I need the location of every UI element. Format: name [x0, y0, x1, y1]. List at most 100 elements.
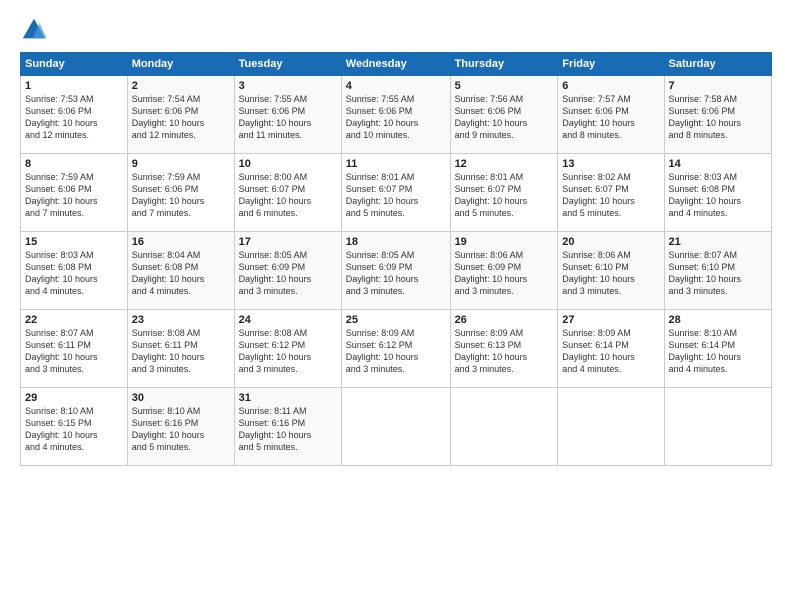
day-number: 25	[346, 314, 446, 326]
day-info: Sunrise: 7:58 AM Sunset: 6:06 PM Dayligh…	[669, 93, 767, 142]
calendar-cell: 31Sunrise: 8:11 AM Sunset: 6:16 PM Dayli…	[234, 388, 341, 466]
day-info: Sunrise: 8:10 AM Sunset: 6:15 PM Dayligh…	[25, 405, 123, 454]
day-info: Sunrise: 8:07 AM Sunset: 6:11 PM Dayligh…	[25, 327, 123, 376]
day-number: 8	[25, 158, 123, 170]
day-number: 1	[25, 80, 123, 92]
calendar-cell: 12Sunrise: 8:01 AM Sunset: 6:07 PM Dayli…	[450, 154, 558, 232]
logo	[20, 16, 52, 44]
weekday-header-friday: Friday	[558, 53, 664, 76]
day-number: 4	[346, 80, 446, 92]
page: SundayMondayTuesdayWednesdayThursdayFrid…	[0, 0, 792, 612]
day-info: Sunrise: 7:53 AM Sunset: 6:06 PM Dayligh…	[25, 93, 123, 142]
day-info: Sunrise: 7:59 AM Sunset: 6:06 PM Dayligh…	[132, 171, 230, 220]
calendar-cell	[341, 388, 450, 466]
day-number: 12	[455, 158, 554, 170]
day-info: Sunrise: 8:02 AM Sunset: 6:07 PM Dayligh…	[562, 171, 659, 220]
day-number: 30	[132, 392, 230, 404]
day-info: Sunrise: 8:09 AM Sunset: 6:12 PM Dayligh…	[346, 327, 446, 376]
calendar-cell: 24Sunrise: 8:08 AM Sunset: 6:12 PM Dayli…	[234, 310, 341, 388]
weekday-header-monday: Monday	[127, 53, 234, 76]
calendar-cell: 6Sunrise: 7:57 AM Sunset: 6:06 PM Daylig…	[558, 76, 664, 154]
day-info: Sunrise: 8:00 AM Sunset: 6:07 PM Dayligh…	[239, 171, 337, 220]
calendar-cell: 8Sunrise: 7:59 AM Sunset: 6:06 PM Daylig…	[21, 154, 128, 232]
calendar-cell	[558, 388, 664, 466]
calendar-table: SundayMondayTuesdayWednesdayThursdayFrid…	[20, 52, 772, 466]
calendar-cell: 16Sunrise: 8:04 AM Sunset: 6:08 PM Dayli…	[127, 232, 234, 310]
day-number: 3	[239, 80, 337, 92]
day-number: 31	[239, 392, 337, 404]
calendar-week-5: 29Sunrise: 8:10 AM Sunset: 6:15 PM Dayli…	[21, 388, 772, 466]
day-number: 14	[669, 158, 767, 170]
calendar-cell: 15Sunrise: 8:03 AM Sunset: 6:08 PM Dayli…	[21, 232, 128, 310]
day-info: Sunrise: 8:08 AM Sunset: 6:11 PM Dayligh…	[132, 327, 230, 376]
day-info: Sunrise: 8:05 AM Sunset: 6:09 PM Dayligh…	[346, 249, 446, 298]
day-info: Sunrise: 7:54 AM Sunset: 6:06 PM Dayligh…	[132, 93, 230, 142]
calendar-cell: 29Sunrise: 8:10 AM Sunset: 6:15 PM Dayli…	[21, 388, 128, 466]
calendar-week-2: 8 Sunrise: 7:59 AM Sunset: 6:06 PM Daylig…	[21, 154, 772, 232]
day-info: Sunrise: 8:06 AM Sunset: 6:10 PM Dayligh…	[562, 249, 659, 298]
calendar-cell: 28Sunrise: 8:10 AM Sunset: 6:14 PM Dayli…	[664, 310, 771, 388]
day-number: 5	[455, 80, 554, 92]
calendar-cell: 4Sunrise: 7:55 AM Sunset: 6:06 PM Daylig…	[341, 76, 450, 154]
day-info: Sunrise: 8:10 AM Sunset: 6:14 PM Dayligh…	[669, 327, 767, 376]
day-info: Sunrise: 8:06 AM Sunset: 6:09 PM Dayligh…	[455, 249, 554, 298]
day-info: Sunrise: 8:03 AM Sunset: 6:08 PM Dayligh…	[669, 171, 767, 220]
day-number: 29	[25, 392, 123, 404]
day-info: Sunrise: 8:09 AM Sunset: 6:13 PM Dayligh…	[455, 327, 554, 376]
day-number: 13	[562, 158, 659, 170]
calendar-cell: 13Sunrise: 8:02 AM Sunset: 6:07 PM Dayli…	[558, 154, 664, 232]
day-number: 11	[346, 158, 446, 170]
day-number: 19	[455, 236, 554, 248]
calendar-cell: 17Sunrise: 8:05 AM Sunset: 6:09 PM Dayli…	[234, 232, 341, 310]
day-number: 22	[25, 314, 123, 326]
day-info: Sunrise: 8:01 AM Sunset: 6:07 PM Dayligh…	[455, 171, 554, 220]
weekday-header-saturday: Saturday	[664, 53, 771, 76]
day-number: 18	[346, 236, 446, 248]
day-info: Sunrise: 8:05 AM Sunset: 6:09 PM Dayligh…	[239, 249, 337, 298]
calendar-cell: 7Sunrise: 7:58 AM Sunset: 6:06 PM Daylig…	[664, 76, 771, 154]
day-info: Sunrise: 8:07 AM Sunset: 6:10 PM Dayligh…	[669, 249, 767, 298]
calendar-week-1: 1Sunrise: 7:53 AM Sunset: 6:06 PM Daylig…	[21, 76, 772, 154]
calendar-cell	[450, 388, 558, 466]
calendar-body: 1Sunrise: 7:53 AM Sunset: 6:06 PM Daylig…	[21, 76, 772, 466]
day-info: Sunrise: 8:01 AM Sunset: 6:07 PM Dayligh…	[346, 171, 446, 220]
day-info: Sunrise: 8:11 AM Sunset: 6:16 PM Dayligh…	[239, 405, 337, 454]
day-number: 16	[132, 236, 230, 248]
day-number: 7	[669, 80, 767, 92]
day-number: 21	[669, 236, 767, 248]
day-number: 27	[562, 314, 659, 326]
day-info: Sunrise: 8:04 AM Sunset: 6:08 PM Dayligh…	[132, 249, 230, 298]
day-info: Sunrise: 8:09 AM Sunset: 6:14 PM Dayligh…	[562, 327, 659, 376]
header	[20, 16, 772, 44]
calendar-cell: 21Sunrise: 8:07 AM Sunset: 6:10 PM Dayli…	[664, 232, 771, 310]
day-number: 24	[239, 314, 337, 326]
day-info: Sunrise: 8:08 AM Sunset: 6:12 PM Dayligh…	[239, 327, 337, 376]
day-info: Sunrise: 7:57 AM Sunset: 6:06 PM Dayligh…	[562, 93, 659, 142]
day-number: 15	[25, 236, 123, 248]
calendar-cell: 14Sunrise: 8:03 AM Sunset: 6:08 PM Dayli…	[664, 154, 771, 232]
calendar-cell: 22Sunrise: 8:07 AM Sunset: 6:11 PM Dayli…	[21, 310, 128, 388]
day-number: 2	[132, 80, 230, 92]
day-info: Sunrise: 7:55 AM Sunset: 6:06 PM Dayligh…	[346, 93, 446, 142]
calendar-cell: 26Sunrise: 8:09 AM Sunset: 6:13 PM Dayli…	[450, 310, 558, 388]
day-info: Sunrise: 8:03 AM Sunset: 6:08 PM Dayligh…	[25, 249, 123, 298]
calendar-cell: 19Sunrise: 8:06 AM Sunset: 6:09 PM Dayli…	[450, 232, 558, 310]
calendar-cell: 23Sunrise: 8:08 AM Sunset: 6:11 PM Dayli…	[127, 310, 234, 388]
weekday-header-wednesday: Wednesday	[341, 53, 450, 76]
calendar-cell: 11Sunrise: 8:01 AM Sunset: 6:07 PM Dayli…	[341, 154, 450, 232]
calendar-cell: 18Sunrise: 8:05 AM Sunset: 6:09 PM Dayli…	[341, 232, 450, 310]
calendar-week-4: 22Sunrise: 8:07 AM Sunset: 6:11 PM Dayli…	[21, 310, 772, 388]
weekday-header-tuesday: Tuesday	[234, 53, 341, 76]
calendar-week-3: 15Sunrise: 8:03 AM Sunset: 6:08 PM Dayli…	[21, 232, 772, 310]
weekday-header-sunday: Sunday	[21, 53, 128, 76]
calendar-cell: 2Sunrise: 7:54 AM Sunset: 6:06 PM Daylig…	[127, 76, 234, 154]
calendar-cell: 1Sunrise: 7:53 AM Sunset: 6:06 PM Daylig…	[21, 76, 128, 154]
day-number: 10	[239, 158, 337, 170]
day-number: 6	[562, 80, 659, 92]
calendar-cell: 9Sunrise: 7:59 AM Sunset: 6:06 PM Daylig…	[127, 154, 234, 232]
weekday-row: SundayMondayTuesdayWednesdayThursdayFrid…	[21, 53, 772, 76]
calendar-cell: 5Sunrise: 7:56 AM Sunset: 6:06 PM Daylig…	[450, 76, 558, 154]
logo-icon	[20, 16, 48, 44]
day-info: Sunrise: 7:55 AM Sunset: 6:06 PM Dayligh…	[239, 93, 337, 142]
calendar-cell: 25Sunrise: 8:09 AM Sunset: 6:12 PM Dayli…	[341, 310, 450, 388]
